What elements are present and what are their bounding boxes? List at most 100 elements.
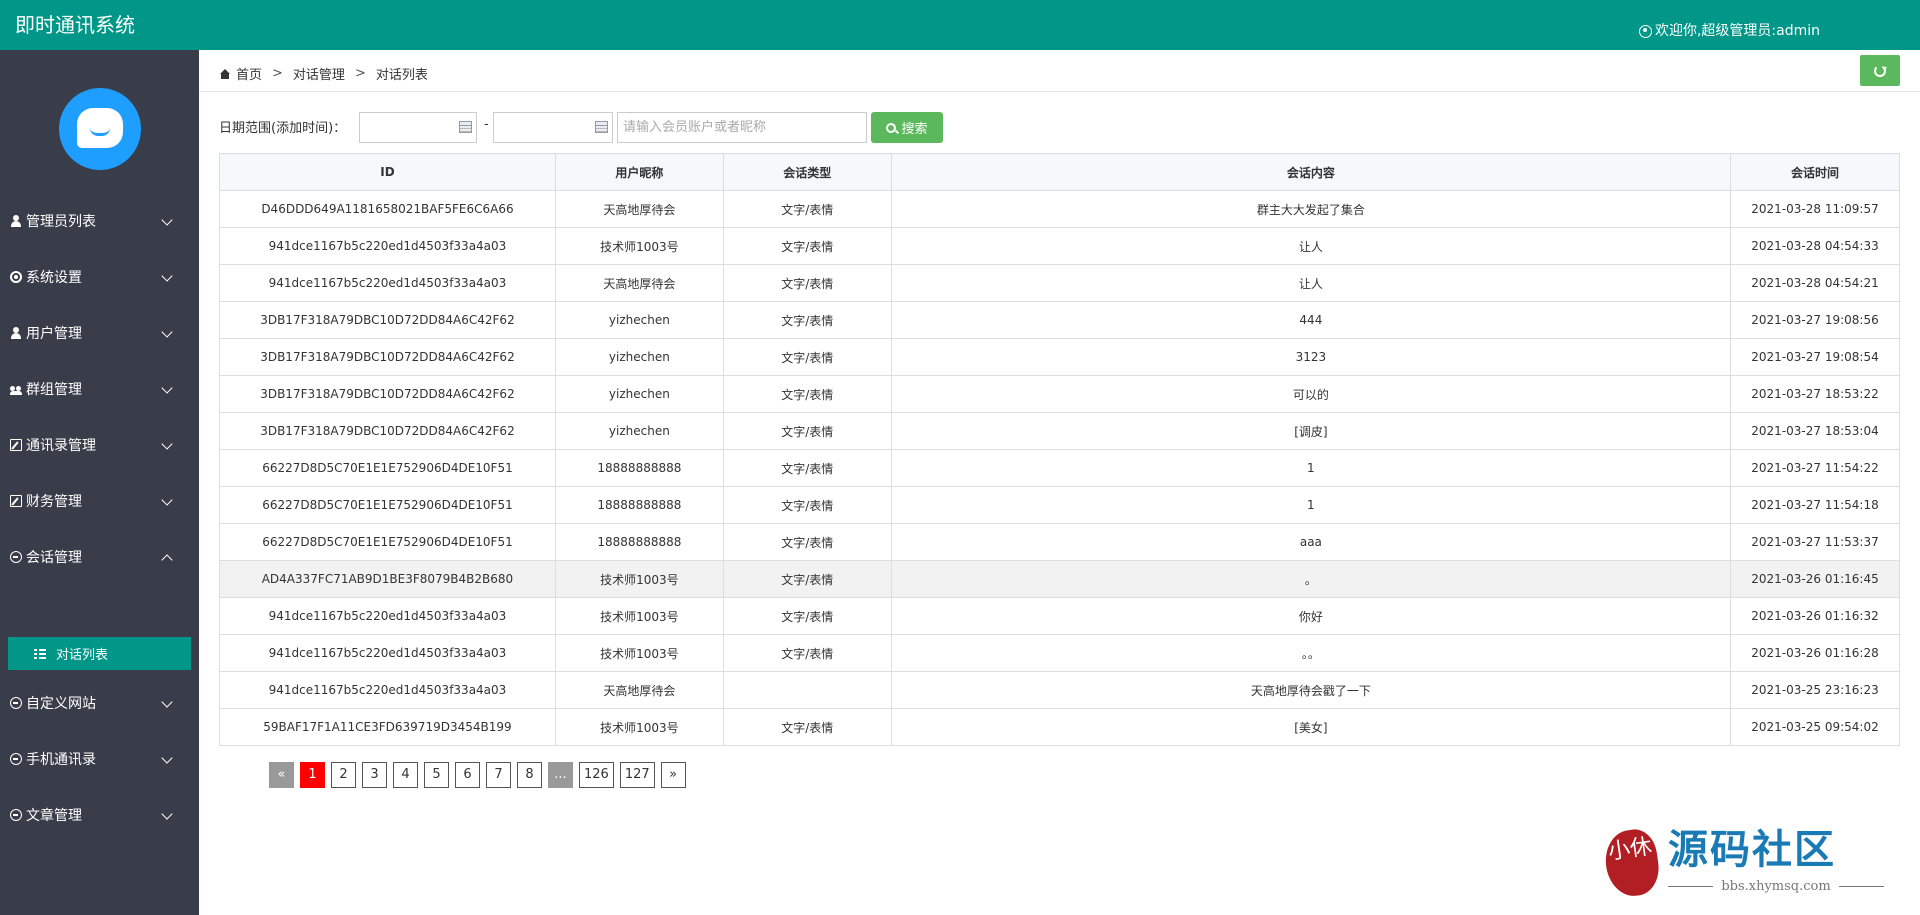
table-row[interactable]: 941dce1167b5c220ed1d4503f33a4a03 天高地厚待会 文字… <box>219 264 1900 302</box>
table-row[interactable]: 3DB17F318A79DBC10D72DD84A6C42F62 yizheche… <box>219 301 1900 339</box>
table-row[interactable]: 66227D8D5C70E1E1E752906D4DE10F51 18888888… <box>219 523 1900 561</box>
chevron-down-icon <box>161 438 173 450</box>
page-button[interactable]: 7 <box>486 762 511 788</box>
breadcrumb-separator: > <box>354 66 366 81</box>
page-button[interactable]: 5 <box>424 762 449 788</box>
table-cell: 2021-03-27 11:53:37 <box>1730 523 1900 561</box>
table-cell: 文字/表情 <box>722 412 892 450</box>
table-cell: 3DB17F318A79DBC10D72DD84A6C42F62 <box>219 301 556 339</box>
watermark-url: bbs.xhymsq.com <box>1721 879 1831 894</box>
sidebar-item-label: 文章管理 <box>26 808 82 824</box>
page-button[interactable]: 127 <box>619 762 655 788</box>
sidebar-item-8[interactable]: 自定义网站 <box>0 683 199 723</box>
table-cell: 。。 <box>890 634 1732 672</box>
page-button[interactable]: 8 <box>517 762 542 788</box>
table-cell: 66227D8D5C70E1E1E752906D4DE10F51 <box>219 523 556 561</box>
table-cell: 941dce1167b5c220ed1d4503f33a4a03 <box>219 634 556 672</box>
page-button[interactable]: 1 <box>300 762 325 788</box>
table-cell: 2021-03-25 09:54:02 <box>1730 708 1900 746</box>
breadcrumb-home[interactable]: 首页 <box>236 64 262 83</box>
table-cell: 18888888888 <box>554 449 724 487</box>
pagination: «1 2 3 4 5 6 7 8... 126 127» <box>269 762 686 788</box>
table-cell: 技术师1003号 <box>554 634 724 672</box>
sidebar-item-1[interactable]: 管理员列表 <box>0 201 199 241</box>
table-cell: 66227D8D5C70E1E1E752906D4DE10F51 <box>219 486 556 524</box>
page-button[interactable]: 126 <box>579 762 614 788</box>
chevron-down-icon <box>161 214 173 226</box>
search-button[interactable]: 搜索 <box>871 112 943 143</box>
table-row[interactable]: 66227D8D5C70E1E1E752906D4DE10F51 18888888… <box>219 449 1900 487</box>
sidebar-item-label: 自定义网站 <box>26 696 96 712</box>
table-cell: 可以的 <box>890 375 1732 413</box>
table-row[interactable]: 941dce1167b5c220ed1d4503f33a4a03 技术师1003号… <box>219 227 1900 265</box>
next-page-button[interactable]: » <box>660 762 686 788</box>
refresh-button[interactable] <box>1860 55 1900 86</box>
table-cell: 文字/表情 <box>722 597 892 635</box>
sidebar-item-10[interactable]: 文章管理 <box>0 795 199 835</box>
table-cell: 18888888888 <box>554 486 724 524</box>
table-row[interactable]: 941dce1167b5c220ed1d4503f33a4a03 天高地厚待会 天高… <box>219 671 1900 709</box>
date-range-label: 日期范围(添加时间)： <box>219 121 347 136</box>
table-row[interactable]: AD4A337FC71AB9D1BE3F8079B4B2B680 技术师1003号… <box>219 560 1900 598</box>
sidebar-item-7[interactable]: 会话管理 <box>0 537 199 577</box>
sidebar-item-label: 手机通讯录 <box>26 752 96 768</box>
table-cell: 文字/表情 <box>722 264 892 302</box>
date-range-dash: - <box>484 117 489 132</box>
sidebar-item-6[interactable]: 财务管理 <box>0 481 199 521</box>
page-button[interactable]: 4 <box>393 762 418 788</box>
table-cell: 2021-03-27 18:53:04 <box>1730 412 1900 450</box>
table-body: D46DDD649A1181658021BAF5FE6C6A66 天高地厚待会 文字… <box>219 190 1900 746</box>
table-row[interactable]: 3DB17F318A79DBC10D72DD84A6C42F62 yizheche… <box>219 375 1900 413</box>
table-row[interactable]: 3DB17F318A79DBC10D72DD84A6C42F62 yizheche… <box>219 338 1900 376</box>
prev-page-button[interactable]: « <box>269 762 294 788</box>
sidebar-item-9[interactable]: 手机通讯录 <box>0 739 199 779</box>
table-cell: 技术师1003号 <box>554 708 724 746</box>
start-date-input[interactable] <box>359 112 477 143</box>
table-cell: 1 <box>890 449 1732 487</box>
app-title: 即时通讯系统 <box>15 13 135 37</box>
table-cell: 文字/表情 <box>722 301 892 339</box>
table-cell: 天高地厚待会戳了一下 <box>890 671 1732 709</box>
welcome-text[interactable]: 欢迎你,超级管理员:admin <box>1638 22 1820 40</box>
table-cell: yizhechen <box>554 301 724 339</box>
sidebar-item-label: 财务管理 <box>26 494 82 510</box>
table-cell: 天高地厚待会 <box>554 671 724 709</box>
table-cell: 文字/表情 <box>722 560 892 598</box>
calendar-icon <box>459 121 472 133</box>
top-header: 即时通讯系统 欢迎你,超级管理员:admin <box>0 0 1920 50</box>
table-row[interactable]: 3DB17F318A79DBC10D72DD84A6C42F62 yizheche… <box>219 412 1900 450</box>
column-header: ID <box>219 153 556 191</box>
breadcrumb-level1[interactable]: 对话管理 <box>293 64 345 83</box>
sidebar-subitem-label: 对话列表 <box>56 648 109 663</box>
refresh-icon <box>1874 65 1886 77</box>
page-button[interactable]: 6 <box>455 762 480 788</box>
end-date-input[interactable] <box>493 112 613 143</box>
keyword-search-input[interactable] <box>617 112 867 143</box>
table-cell: 2021-03-27 18:53:22 <box>1730 375 1900 413</box>
table-cell: 文字/表情 <box>722 523 892 561</box>
page-ellipsis[interactable]: ... <box>548 762 573 788</box>
table-cell: 技术师1003号 <box>554 227 724 265</box>
table-row[interactable]: 941dce1167b5c220ed1d4503f33a4a03 技术师1003号… <box>219 634 1900 672</box>
table-header-row: ID 用户昵称 会话类型 会话内容 会话时间 <box>219 153 1900 191</box>
table-cell: 941dce1167b5c220ed1d4503f33a4a03 <box>219 671 556 709</box>
table-row[interactable]: 66227D8D5C70E1E1E752906D4DE10F51 18888888… <box>219 486 1900 524</box>
watermark-url-row: bbs.xhymsq.com <box>1668 879 1885 894</box>
page-button[interactable]: 3 <box>362 762 387 788</box>
table-row[interactable]: D46DDD649A1181658021BAF5FE6C6A66 天高地厚待会 文字… <box>219 190 1900 228</box>
sidebar-item-3[interactable]: 用户管理 <box>0 313 199 353</box>
sidebar-item-4[interactable]: 群组管理 <box>0 369 199 409</box>
sidebar-item-5[interactable]: 通讯录管理 <box>0 425 199 465</box>
table-cell: 文字/表情 <box>722 708 892 746</box>
table-cell: 文字/表情 <box>722 634 892 672</box>
table-cell: 文字/表情 <box>722 190 892 228</box>
table-cell: yizhechen <box>554 412 724 450</box>
column-header: 会话内容 <box>890 153 1732 191</box>
sidebar-item-2[interactable]: 系统设置 <box>0 257 199 297</box>
chevron-down-icon <box>161 494 173 506</box>
page-button[interactable]: 2 <box>331 762 356 788</box>
table-row[interactable]: 59BAF17F1A11CE3FD639719D3454B199 技术师1003号… <box>219 708 1900 746</box>
sidebar-subitem-dialog-list[interactable]: 对话列表 <box>8 637 191 670</box>
sidebar-item-label: 会话管理 <box>26 550 82 566</box>
table-row[interactable]: 941dce1167b5c220ed1d4503f33a4a03 技术师1003号… <box>219 597 1900 635</box>
